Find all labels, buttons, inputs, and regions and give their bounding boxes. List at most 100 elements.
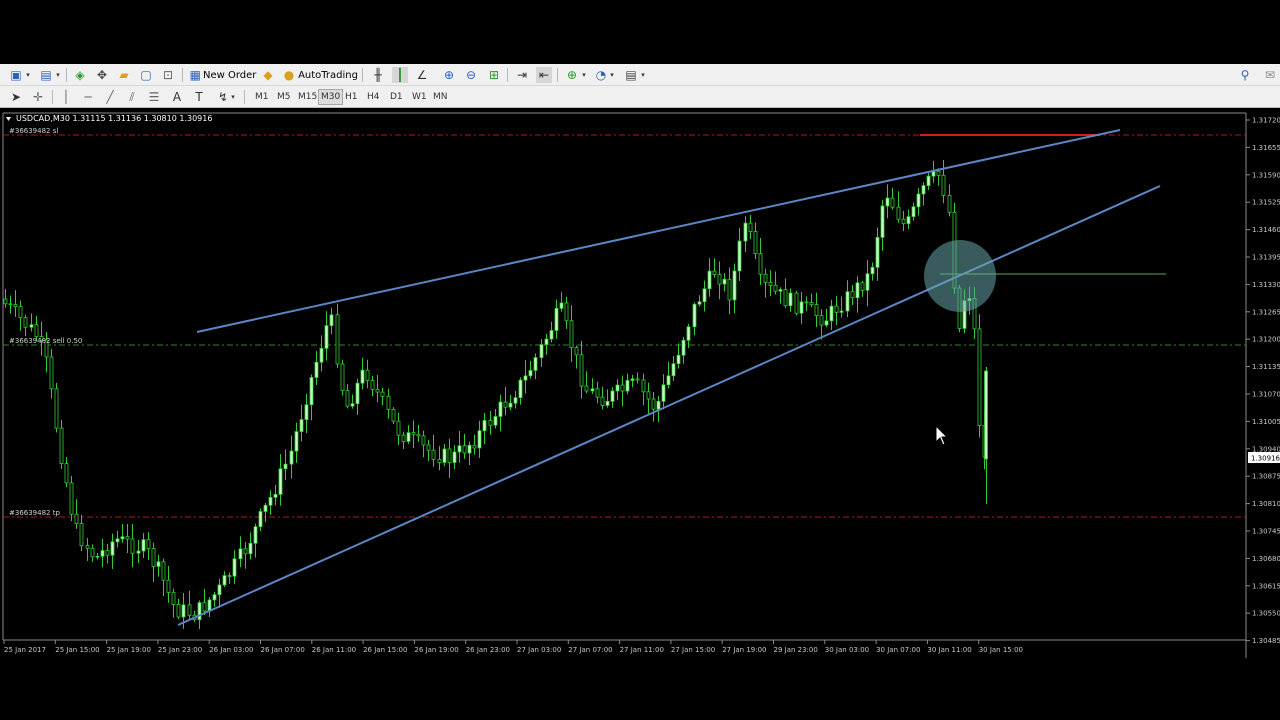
indicators-dropdown-icon[interactable]: ▾	[580, 67, 588, 83]
candle-body	[29, 324, 34, 328]
strategy-tester-icon[interactable]: ⊡	[160, 67, 176, 83]
candle-body	[314, 361, 319, 378]
price-label: 1.31330	[1252, 281, 1280, 289]
crosshair-icon[interactable]: ✛	[30, 89, 46, 105]
timeframe-h1[interactable]: H1	[343, 89, 360, 105]
candle-body	[845, 291, 850, 312]
market-watch-icon[interactable]: ◈	[72, 67, 88, 83]
candle-body	[584, 385, 589, 392]
candle-body	[13, 304, 18, 308]
zoom-in-icon[interactable]: ⊕	[441, 67, 457, 83]
time-label: 25 Jan 2017	[4, 646, 46, 654]
channel-icon[interactable]: ⫽	[124, 89, 140, 105]
fibonacci-icon[interactable]: ☰	[146, 89, 162, 105]
candle-body	[600, 396, 605, 406]
timeframe-m30[interactable]: M30	[318, 89, 344, 105]
autotrading-button[interactable]: ● AutoTrading	[282, 67, 358, 83]
candle-body	[615, 384, 620, 392]
candlestick-chart-icon[interactable]: ┃	[392, 67, 408, 83]
time-label: 25 Jan 23:00	[158, 646, 202, 654]
trendline-icon[interactable]: ╱	[102, 89, 118, 105]
vertical-line-icon[interactable]: │	[58, 89, 74, 105]
indicators-icon[interactable]: ⊕	[564, 67, 580, 83]
candle-body	[299, 419, 304, 432]
candle-body	[477, 430, 482, 449]
terminal-icon[interactable]: ▢	[138, 67, 154, 83]
timeframe-m5[interactable]: M5	[275, 89, 293, 105]
price-label: 1.30875	[1252, 473, 1280, 481]
profiles-icon[interactable]: ▤	[38, 67, 54, 83]
tile-windows-icon[interactable]: ⊞	[486, 67, 502, 83]
timeframe-m15[interactable]: M15	[296, 89, 319, 105]
time-label: 30 Jan 15:00	[979, 646, 1023, 654]
zoom-out-icon[interactable]: ⊖	[463, 67, 479, 83]
new-chart-icon[interactable]: ▣	[8, 67, 24, 83]
chart-background	[0, 109, 1280, 658]
timeframe-w1[interactable]: W1	[410, 89, 429, 105]
candle-body	[319, 348, 324, 363]
text-icon[interactable]: A	[169, 89, 185, 105]
candle-body	[482, 420, 487, 432]
separator	[362, 68, 363, 82]
chart-shift-icon[interactable]: ⇥	[514, 67, 530, 83]
candle-body	[401, 434, 406, 442]
periods-icon[interactable]: ◔	[593, 67, 609, 83]
candle-body	[702, 288, 707, 303]
candle-body	[523, 375, 528, 381]
candle-body	[74, 513, 79, 524]
chat-icon[interactable]: ✉	[1262, 67, 1278, 83]
separator	[557, 68, 558, 82]
arrows-dropdown-icon[interactable]: ▾	[229, 89, 237, 105]
candle-body	[59, 427, 64, 465]
price-label: 1.30810	[1252, 500, 1280, 508]
timeframe-h4[interactable]: H4	[365, 89, 382, 105]
autoscroll-icon[interactable]: ⇤	[536, 67, 552, 83]
navigator-icon[interactable]: ▰	[116, 67, 132, 83]
candle-body	[95, 555, 100, 558]
bottom-blank-area	[0, 658, 1280, 720]
timeframe-m1[interactable]: M1	[253, 89, 271, 105]
text-label-icon[interactable]: T	[191, 89, 207, 105]
data-window-icon[interactable]: ✥	[94, 67, 110, 83]
candle-body	[605, 400, 610, 406]
candle-body	[442, 448, 447, 463]
chart-canvas: USDCAD,M30 1.31115 1.31136 1.30810 1.309…	[0, 109, 1280, 658]
templates-icon[interactable]: ▤	[623, 67, 639, 83]
price-chart[interactable]: USDCAD,M30 1.31115 1.31136 1.30810 1.309…	[0, 109, 1280, 658]
line-chart-icon[interactable]: ∠	[414, 67, 430, 83]
candle-body	[227, 575, 232, 577]
timeframe-mn[interactable]: MN	[431, 89, 450, 105]
candle-body	[936, 170, 941, 176]
candle-body	[625, 380, 630, 392]
candle-body	[345, 390, 350, 407]
metaeditor-icon[interactable]: ◆	[260, 67, 276, 83]
candle-body	[799, 301, 804, 314]
separator	[52, 90, 53, 104]
candle-body	[166, 579, 171, 593]
timeframe-d1[interactable]: D1	[388, 89, 405, 105]
search-icon[interactable]: ⚲	[1237, 67, 1253, 83]
candle-body	[569, 320, 574, 348]
cursor-icon[interactable]: ➤	[8, 89, 24, 105]
candle-body	[707, 270, 712, 290]
candle-body	[544, 338, 549, 345]
time-label: 27 Jan 07:00	[568, 646, 612, 654]
new-chart-dropdown-icon[interactable]: ▾	[24, 67, 32, 83]
candle-body	[549, 330, 554, 340]
bar-chart-icon[interactable]: ╫	[370, 67, 386, 83]
candle-body	[717, 274, 722, 285]
price-label: 1.31070	[1252, 391, 1280, 399]
templates-dropdown-icon[interactable]: ▾	[639, 67, 647, 83]
candle-body	[130, 538, 135, 554]
chart-header: USDCAD,M30 1.31115 1.31136 1.30810 1.309…	[16, 114, 212, 123]
periods-dropdown-icon[interactable]: ▾	[608, 67, 616, 83]
time-label: 25 Jan 19:00	[107, 646, 151, 654]
candle-body	[635, 378, 640, 381]
new-order-button[interactable]: ▦ New Order	[189, 67, 257, 83]
horizontal-line-icon[interactable]: ─	[80, 89, 96, 105]
candle-body	[539, 344, 544, 358]
profiles-dropdown-icon[interactable]: ▾	[54, 67, 62, 83]
candle-body	[737, 240, 742, 272]
new-order-icon: ▦	[189, 68, 201, 82]
candle-body	[773, 284, 778, 292]
